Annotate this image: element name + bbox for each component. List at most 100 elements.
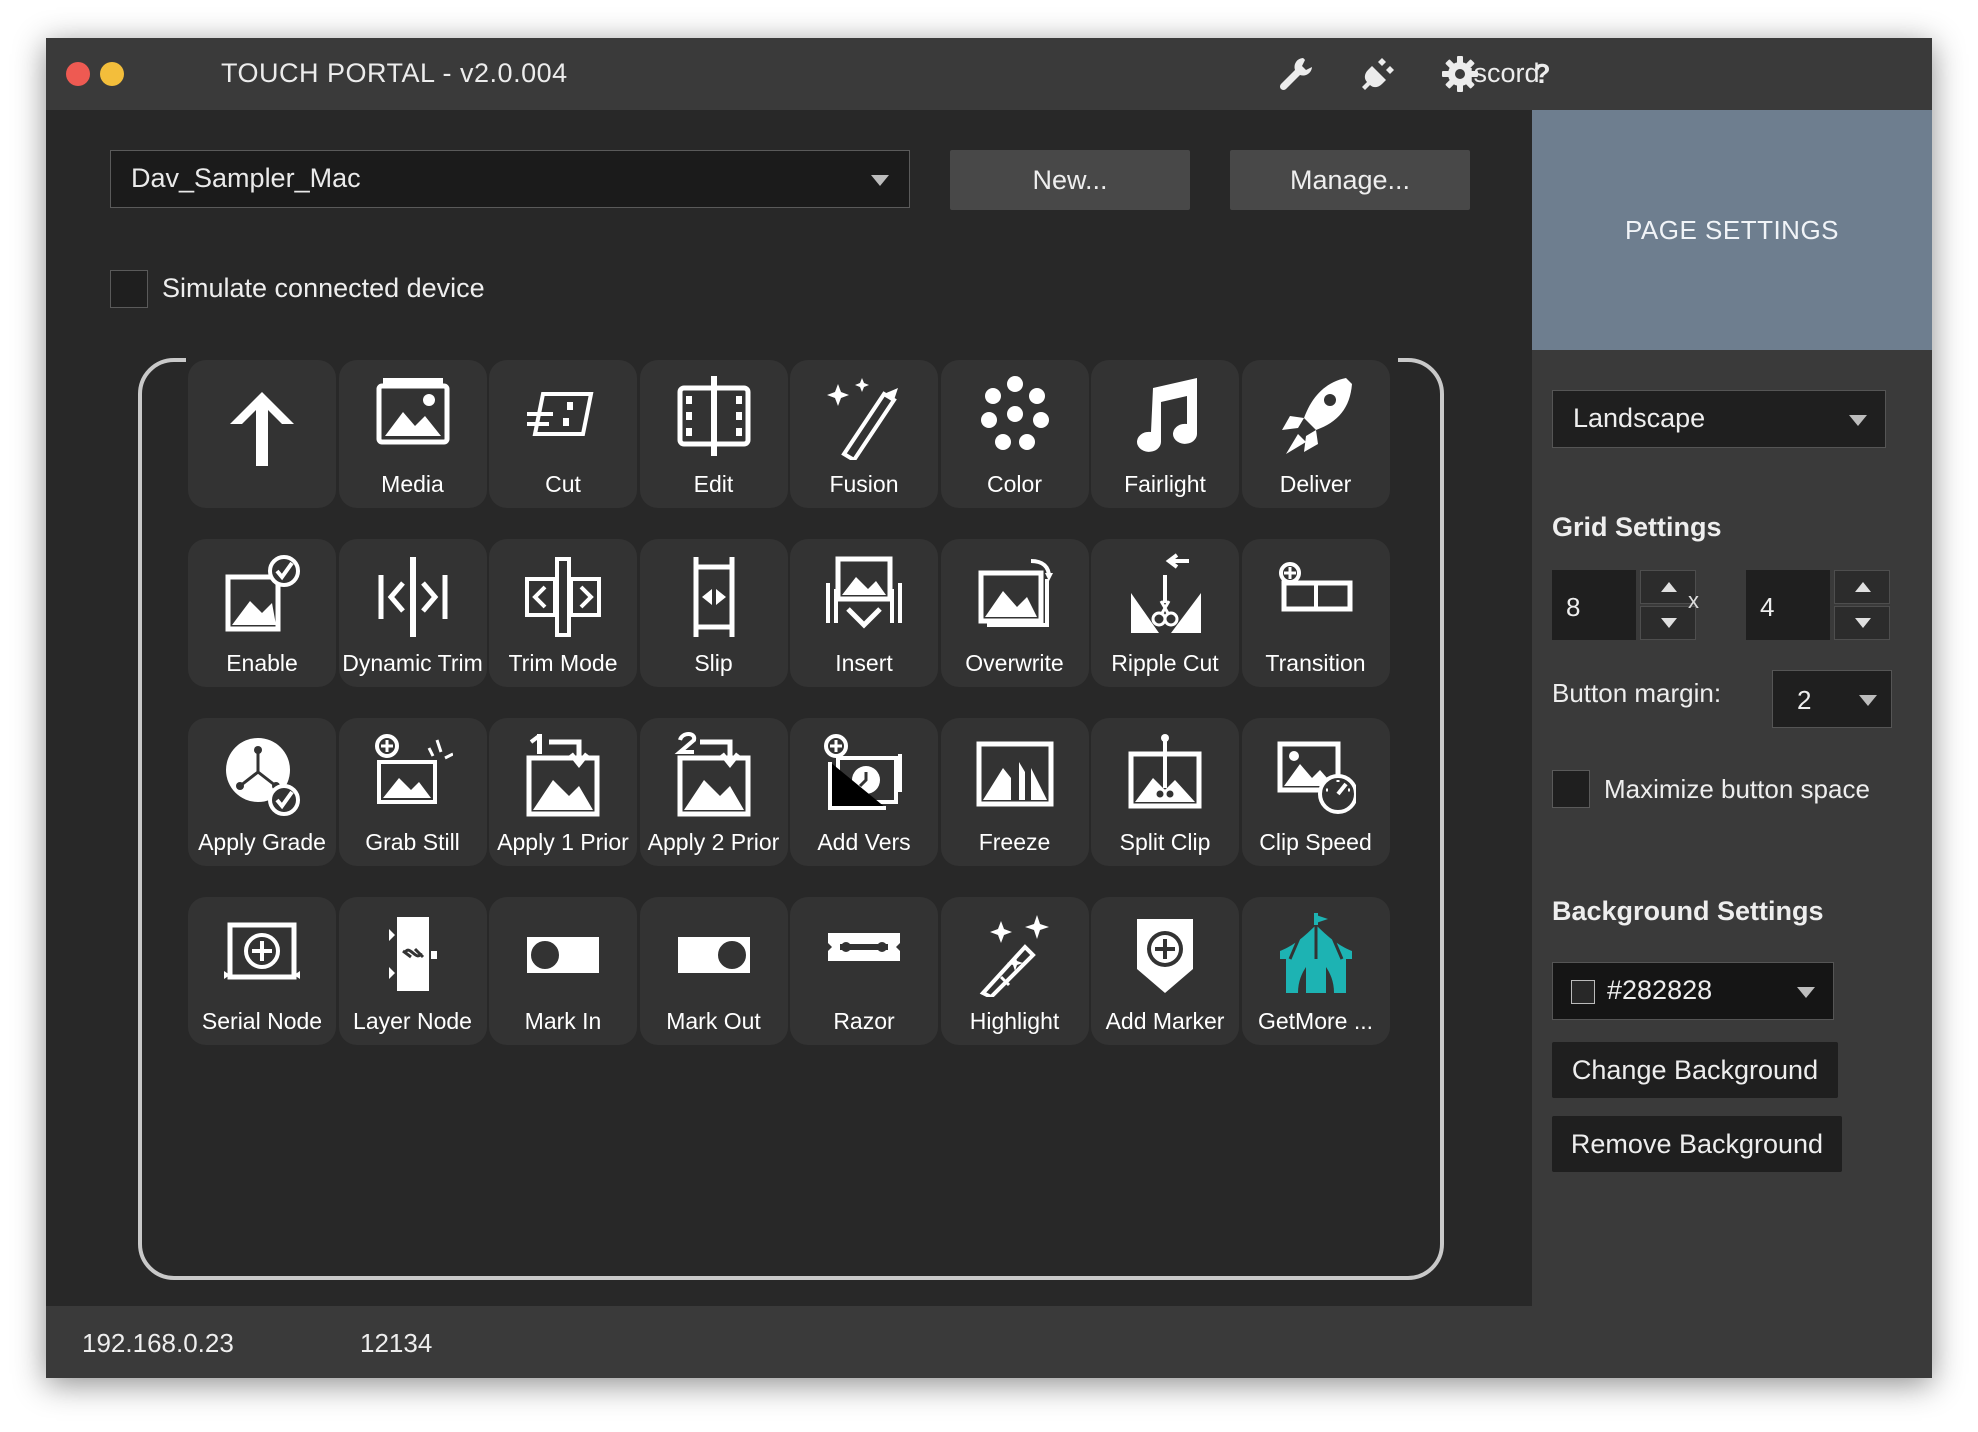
page-select[interactable]: Dav_Sampler_Mac (110, 150, 910, 208)
serial-node-icon (224, 922, 300, 980)
grid-button-label: Edit (693, 471, 734, 497)
button-margin-label: Button margin: (1552, 678, 1722, 708)
apply-2-prior-icon (674, 732, 750, 817)
maximize-button-space-label: Maximize button space (1604, 774, 1870, 804)
status-bar: 192.168.0.23 12134 (46, 1306, 1932, 1378)
change-background-button[interactable]: Change Background (1552, 1042, 1838, 1098)
grid-button-label: Color (987, 471, 1042, 497)
grid-button-slip[interactable]: Slip (639, 539, 788, 687)
grid-button-label: Mark In (524, 1008, 602, 1034)
grid-columns-field[interactable]: 8 (1552, 570, 1636, 640)
fusion-icon (827, 378, 898, 460)
button-grid: Media Cut Edit Fusion Color Fairlight Deliver E… (186, 358, 1398, 1186)
grid-button-overwrite[interactable]: Overwrite (940, 539, 1089, 687)
manage-pages-button[interactable]: Manage... (1230, 150, 1470, 210)
highlight-icon (979, 915, 1049, 997)
slip-icon (693, 557, 734, 637)
grid-button-label: Serial Node (201, 1008, 323, 1034)
grid-button-label: Media (381, 471, 444, 497)
button-margin-select[interactable]: 2 (1772, 670, 1892, 728)
layer-node-icon (388, 917, 437, 991)
simulate-device-checkbox[interactable] (110, 270, 148, 308)
grid-button-mark-in[interactable]: Mark In (489, 897, 637, 1045)
grid-button-add-vers[interactable]: Add Vers (790, 718, 938, 866)
grid-button-label: Clip Speed (1259, 829, 1372, 855)
grid-button-apply-2-prior[interactable]: Apply 2 Prior (639, 718, 788, 866)
grid-button-trim-mode[interactable]: Trim Mode (489, 539, 637, 687)
wrench-icon[interactable] (1274, 52, 1318, 96)
background-color-value: #282828 (1607, 975, 1713, 1005)
grab-still-icon (374, 734, 453, 804)
grid-button-clip-speed[interactable]: Clip Speed (1241, 718, 1390, 866)
edit-icon (677, 376, 750, 456)
grid-button-highlight[interactable]: Highlight (940, 897, 1089, 1045)
freeze-icon (976, 741, 1053, 807)
grid-button-up[interactable] (188, 360, 336, 508)
add-version-icon (824, 734, 902, 810)
grid-button-split-clip[interactable]: Split Clip (1091, 718, 1239, 866)
grid-button-deliver[interactable]: Deliver (1241, 360, 1390, 508)
grid-button-fairlight[interactable]: Fairlight (1091, 360, 1239, 508)
grid-button-freeze[interactable]: Freeze (940, 718, 1089, 866)
grid-button-label: Apply 2 Prior (647, 829, 780, 855)
grid-button-serial-node[interactable]: Serial Node (188, 897, 336, 1045)
rows-decrement-button[interactable] (1834, 606, 1890, 640)
plug-icon[interactable] (1356, 52, 1400, 96)
grid-button-label: Enable (226, 650, 298, 676)
grid-button-mark-out[interactable]: Mark Out (639, 897, 788, 1045)
port-number: 12134 (360, 1328, 433, 1358)
overwrite-icon (978, 559, 1053, 627)
grid-button-media[interactable]: Media (338, 360, 487, 508)
mark-out-icon (677, 937, 750, 973)
remove-background-button[interactable]: Remove Background (1552, 1116, 1842, 1172)
arrow-down-icon (1661, 618, 1677, 628)
dynamic-trim-icon (378, 557, 447, 637)
grid-settings-title: Grid Settings (1552, 512, 1722, 542)
grid-button-insert[interactable]: Insert (790, 539, 938, 687)
maximize-button-space-checkbox[interactable] (1552, 770, 1590, 808)
grid-button-edit[interactable]: Edit (639, 360, 788, 508)
chevron-down-icon (1797, 987, 1815, 998)
grid-button-label: Slip (694, 650, 733, 676)
grid-button-getmore[interactable]: GetMore ... (1241, 897, 1390, 1045)
transition-icon (1278, 562, 1352, 612)
new-page-button[interactable]: New... (950, 150, 1190, 210)
grid-button-cut[interactable]: Cut (489, 360, 637, 508)
grid-button-label: Fairlight (1124, 471, 1206, 497)
grid-button-apply-grade[interactable]: Apply Grade (188, 718, 336, 866)
help-icon[interactable]: ? (1520, 52, 1564, 96)
fairlight-icon (1137, 378, 1197, 452)
grid-button-color[interactable]: Color (940, 360, 1089, 508)
background-color-select[interactable]: #282828 (1552, 962, 1834, 1020)
grid-button-transition[interactable]: Transition (1241, 539, 1390, 687)
grid-button-label: Layer Node (353, 1008, 472, 1034)
orientation-select[interactable]: Landscape (1552, 390, 1886, 448)
grid-button-apply-1-prior[interactable]: Apply 1 Prior (489, 718, 637, 866)
grid-rows-field[interactable]: 4 (1746, 570, 1830, 640)
grid-button-label: Overwrite (965, 650, 1064, 676)
gear-icon[interactable] (1438, 52, 1482, 96)
close-window-button[interactable] (66, 62, 90, 86)
minimize-window-button[interactable] (100, 62, 124, 86)
grid-button-layer-node[interactable]: Layer Node (338, 897, 487, 1045)
grid-button-label: Split Clip (1119, 829, 1211, 855)
grid-button-fusion[interactable]: Fusion (790, 360, 938, 508)
ripple-cut-icon (1131, 553, 1201, 633)
clip-speed-icon (1277, 741, 1356, 814)
grid-button-dynamic-trim[interactable]: Dynamic Trim (338, 539, 487, 687)
grid-button-razor[interactable]: Razor (790, 897, 938, 1045)
chevron-down-icon (1859, 695, 1877, 706)
grid-button-label: Deliver (1279, 471, 1352, 497)
orientation-value: Landscape (1573, 403, 1706, 433)
rows-increment-button[interactable] (1834, 570, 1890, 604)
arrow-up-icon (1855, 582, 1871, 592)
app-window: TOUCH PORTAL - v2.0.004 Discord ? Dav_Sa… (46, 38, 1932, 1378)
insert-icon (826, 556, 902, 629)
razor-icon (828, 933, 900, 961)
getmore-tent-icon (1279, 913, 1352, 993)
grid-button-ripple-cut[interactable]: Ripple Cut (1091, 539, 1239, 687)
grid-button-enable[interactable]: Enable (188, 539, 336, 687)
cut-icon (527, 392, 594, 436)
grid-button-add-marker[interactable]: Add Marker (1091, 897, 1239, 1045)
grid-button-grab-still[interactable]: Grab Still (338, 718, 487, 866)
